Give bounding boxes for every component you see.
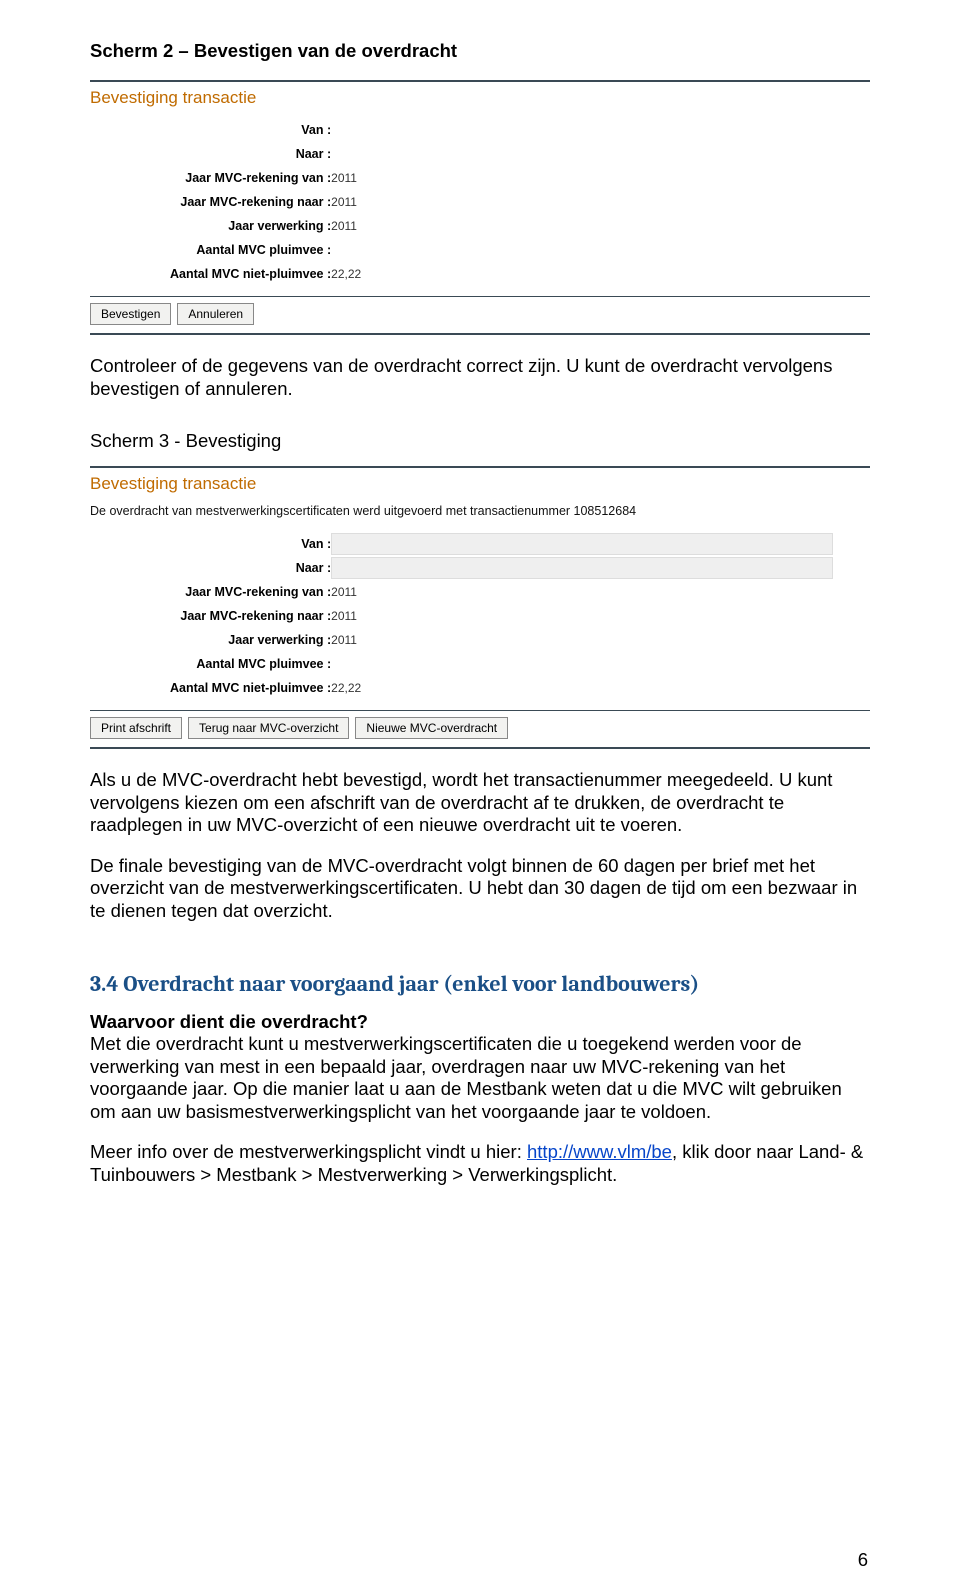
meer-info-pre: Meer info over de mestverwerkingsplicht … xyxy=(90,1141,527,1162)
label-pluimvee-2: Aantal MVC pluimvee xyxy=(170,652,331,676)
button-row-2: Print afschrift Terug naar MVC-overzicht… xyxy=(90,710,870,749)
waarvoor-answer: Met die overdracht kunt u mestverwerking… xyxy=(90,1033,842,1122)
value-naar xyxy=(331,142,591,166)
value-naar-2 xyxy=(331,556,833,580)
value-van xyxy=(331,118,591,142)
value-niet-pluimvee-2: 22,22 xyxy=(331,676,833,700)
label-jaar-naar: Jaar MVC-rekening naar xyxy=(170,190,331,214)
value-jaar-verwerking: 2011 xyxy=(331,214,591,238)
heading-scherm3: Scherm 3 - Bevestiging xyxy=(90,430,870,452)
form-table-1: Van Naar Jaar MVC-rekening van 2011 Jaar… xyxy=(170,118,591,286)
label-van: Van xyxy=(170,118,331,142)
panel-bevestiging: Bevestiging transactie De overdracht van… xyxy=(90,466,870,749)
redacted-block xyxy=(331,533,833,555)
button-row-1: Bevestigen Annuleren xyxy=(90,296,870,335)
text-als-u: Als u de MVC-overdracht hebt bevestigd, … xyxy=(90,769,870,837)
panel-bevestigen: Bevestiging transactie Van Naar Jaar MVC… xyxy=(90,80,870,335)
value-van-2 xyxy=(331,532,833,556)
value-niet-pluimvee: 22,22 xyxy=(331,262,591,286)
value-jaar-van: 2011 xyxy=(331,166,591,190)
nieuwe-button[interactable]: Nieuwe MVC-overdracht xyxy=(355,717,508,739)
panel-intro: De overdracht van mestverwerkingscertifi… xyxy=(90,504,870,518)
form-table-2: Van Naar Jaar MVC-rekening van 2011 Jaar… xyxy=(170,532,833,700)
terug-button[interactable]: Terug naar MVC-overzicht xyxy=(188,717,349,739)
value-jaar-naar: 2011 xyxy=(331,190,591,214)
label-naar: Naar xyxy=(170,142,331,166)
text-de-finale: De finale bevestiging van de MVC-overdra… xyxy=(90,855,870,923)
text-controleer: Controleer of de gegevens van de overdra… xyxy=(90,355,870,400)
redacted-block xyxy=(331,557,833,579)
value-jaar-naar-2: 2011 xyxy=(331,604,833,628)
label-niet-pluimvee-2: Aantal MVC niet-pluimvee xyxy=(170,676,331,700)
panel-title-2: Bevestiging transactie xyxy=(90,474,870,494)
label-pluimvee: Aantal MVC pluimvee xyxy=(170,238,331,262)
waarvoor-block: Waarvoor dient die overdracht? Met die o… xyxy=(90,1011,870,1124)
label-jaar-verwerking-2: Jaar verwerking xyxy=(170,628,331,652)
label-jaar-verwerking: Jaar verwerking xyxy=(170,214,331,238)
label-jaar-van: Jaar MVC-rekening van xyxy=(170,166,331,190)
value-pluimvee xyxy=(331,238,591,262)
heading-scherm2: Scherm 2 – Bevestigen van de overdracht xyxy=(90,40,870,62)
label-niet-pluimvee: Aantal MVC niet-pluimvee xyxy=(170,262,331,286)
bevestigen-button[interactable]: Bevestigen xyxy=(90,303,171,325)
label-jaar-naar-2: Jaar MVC-rekening naar xyxy=(170,604,331,628)
heading-34: 3.4 Overdracht naar voorgaand jaar (enke… xyxy=(90,971,870,997)
print-button[interactable]: Print afschrift xyxy=(90,717,182,739)
label-van-2: Van xyxy=(170,532,331,556)
value-jaar-verwerking-2: 2011 xyxy=(331,628,833,652)
page-number: 6 xyxy=(858,1549,868,1571)
label-jaar-van-2: Jaar MVC-rekening van xyxy=(170,580,331,604)
value-jaar-van-2: 2011 xyxy=(331,580,833,604)
label-naar-2: Naar xyxy=(170,556,331,580)
annuleren-button[interactable]: Annuleren xyxy=(177,303,254,325)
value-pluimvee-2 xyxy=(331,652,833,676)
meer-info-block: Meer info over de mestverwerkingsplicht … xyxy=(90,1141,870,1186)
meer-info-link[interactable]: http://www.vlm/be xyxy=(527,1141,672,1162)
waarvoor-question: Waarvoor dient die overdracht? xyxy=(90,1011,368,1032)
panel-title: Bevestiging transactie xyxy=(90,88,870,108)
